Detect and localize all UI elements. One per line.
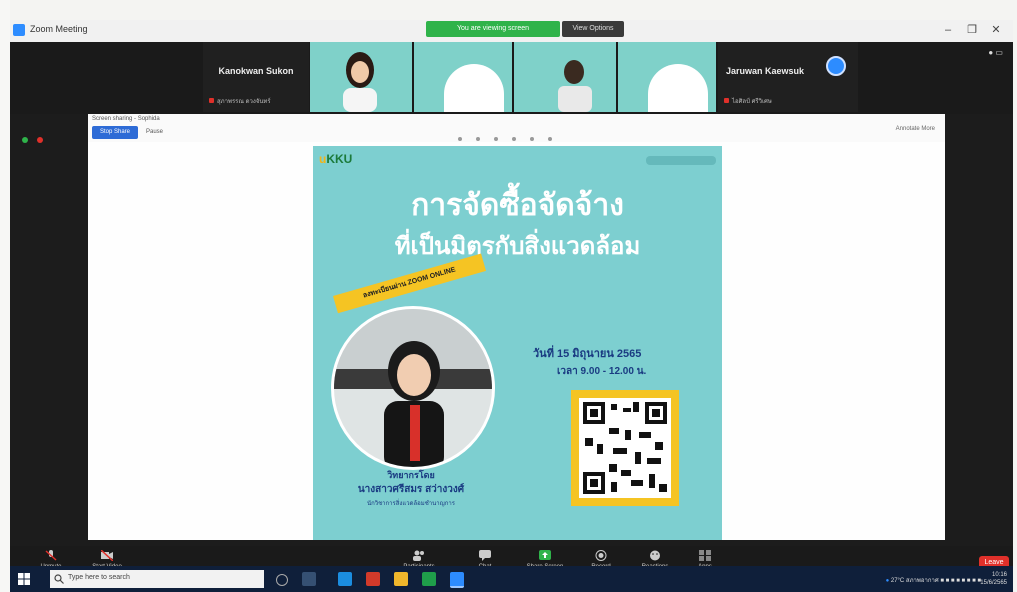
view-options-button[interactable]: View Options: [562, 21, 624, 37]
share-title: Screen sharing - Sophida: [92, 116, 160, 122]
participants-icon: [413, 550, 424, 561]
taskbar-search-input[interactable]: Type here to search: [50, 570, 264, 588]
participant-strip: Kanokwan Sukon สุภาพรรณ ดวงจันทร์ Jaruwa…: [10, 42, 1013, 114]
file-explorer-icon[interactable]: [394, 572, 408, 586]
zoom-window: Zoom Meeting You are viewing screen View…: [10, 20, 1013, 586]
red-status-icon: [37, 137, 43, 143]
participant-video-blank: [444, 64, 504, 112]
close-button[interactable]: ✕: [986, 22, 1006, 38]
search-placeholder: Type here to search: [68, 574, 130, 581]
poster-date: วันที่ 15 มิถุนายน 2565: [533, 348, 642, 360]
apps-icon: [699, 550, 711, 561]
chat-icon: [479, 550, 491, 561]
search-icon: [54, 574, 64, 584]
participant-avatar-icon: [826, 56, 846, 76]
viewing-screen-text: You are viewing screen: [456, 25, 530, 32]
participant-video-person: [343, 52, 377, 112]
edge-browser-icon[interactable]: [338, 572, 352, 586]
share-screen-icon: [539, 550, 551, 560]
shared-screen[interactable]: Screen sharing - Sophida Stop Share Paus…: [88, 114, 945, 540]
strip-more-icon[interactable]: ● ▭: [988, 48, 1003, 57]
side-status-dots: [22, 130, 52, 148]
speaker-title: นักวิชาการสิ่งแวดล้อมชำนาญการ: [367, 501, 455, 507]
participant-video-person: [558, 60, 592, 112]
poster-time: เวลา 9.00 - 12.00 น.: [557, 366, 647, 377]
taskbar-clock[interactable]: 10:16 15/6/2565: [980, 571, 1007, 587]
view-options-label: View Options: [572, 25, 614, 32]
speaker-role: วิทยากรโดย: [387, 470, 435, 480]
system-tray[interactable]: ● 27°C สภาพอากาศ ■ ■ ■ ■ ■ ■ ■ ■: [886, 575, 981, 585]
qr-code: [571, 390, 679, 506]
poster-headline-2: ที่เป็นมิตรกับสิ่งแวดล้อม: [394, 233, 641, 260]
task-view-icon[interactable]: [302, 572, 316, 586]
cortana-icon[interactable]: [276, 574, 288, 586]
mic-muted-icon: [209, 98, 214, 103]
participant-tile[interactable]: Kanokwan Sukon สุภาพรรณ ดวงจันทร์: [203, 42, 309, 112]
share-toolbar-right[interactable]: Annotate More: [896, 126, 935, 132]
participant-video-tile[interactable]: [618, 42, 716, 112]
title-bar: Zoom Meeting You are viewing screen View…: [10, 20, 1013, 43]
participant-video-tile[interactable]: [310, 42, 412, 112]
speaker-portrait: [334, 309, 492, 467]
stop-share-button[interactable]: Stop Share: [92, 126, 138, 139]
zoom-taskbar-icon[interactable]: [450, 572, 464, 588]
speaker-photo: [331, 306, 495, 470]
poster-logo: uKKU: [319, 152, 353, 166]
chrome-browser-icon[interactable]: [366, 572, 380, 586]
pause-share-link[interactable]: Pause: [146, 129, 163, 135]
reactions-icon: [650, 550, 660, 561]
speaker-name: นางสาวศรีสมร สว่างวงศ์: [357, 484, 465, 495]
poster-headline-1: การจัดซื้อจัดจ้าง: [411, 189, 624, 222]
page-dots: [458, 128, 566, 146]
share-header: Screen sharing - Sophida Stop Share Paus…: [88, 114, 945, 142]
poster-top-pill: [646, 156, 716, 165]
meeting-main-area: Screen sharing - Sophida Stop Share Paus…: [10, 114, 1013, 546]
participant-video-tile[interactable]: [514, 42, 616, 112]
participant-subname: สุภาพรรณ ดวงจันทร์: [209, 96, 271, 106]
qr-code-pattern: [579, 398, 671, 498]
windows-taskbar: Type here to search ● 27°C สภาพอากาศ ■ ■…: [10, 566, 1013, 592]
participant-tile[interactable]: Jaruwan Kaewsuk ไอศิลป์ ศรีวิเศษ: [718, 42, 858, 112]
event-poster: uKKU การจัดซื้อจัดจ้าง ที่เป็นมิตรกับสิ่…: [313, 146, 722, 540]
line-app-icon[interactable]: [422, 572, 436, 586]
windows-start-icon[interactable]: [18, 573, 30, 585]
mic-muted-icon: [45, 550, 57, 561]
viewing-screen-banner: You are viewing screen: [426, 21, 560, 37]
participant-name: Kanokwan Sukon: [218, 66, 294, 76]
participant-video-tile[interactable]: [414, 42, 512, 112]
participant-video-blank: [648, 64, 708, 112]
record-icon: [595, 550, 607, 561]
maximize-button[interactable]: ❐: [962, 22, 982, 38]
green-status-icon: [22, 137, 28, 143]
video-off-icon: [101, 550, 113, 561]
participant-subname: ไอศิลป์ ศรีวิเศษ: [724, 96, 772, 106]
window-title: Zoom Meeting: [30, 24, 88, 34]
minimize-button[interactable]: –: [938, 22, 958, 38]
mic-muted-icon: [724, 98, 729, 103]
zoom-app-icon: [13, 24, 25, 36]
